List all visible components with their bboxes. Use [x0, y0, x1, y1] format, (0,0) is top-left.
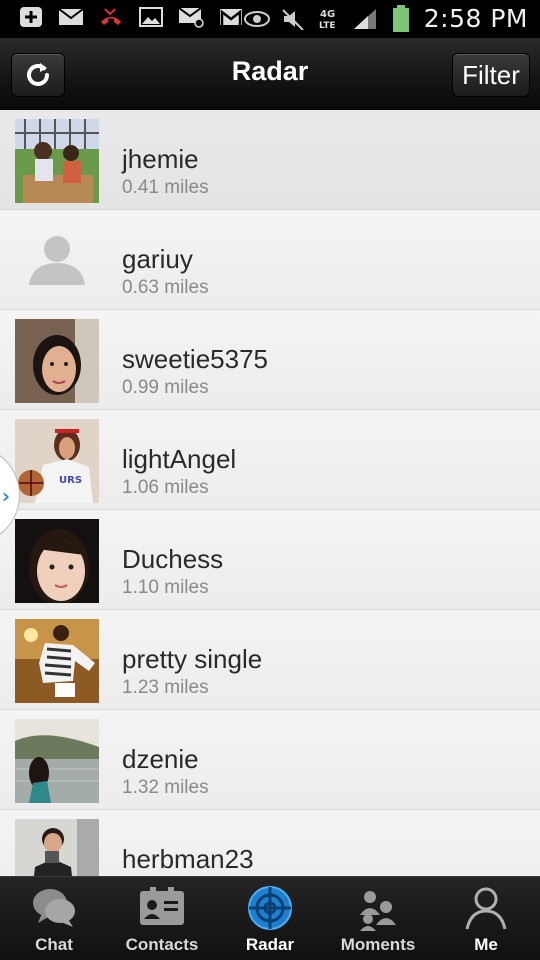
list-item[interactable]: jhemie 0.41 miles — [0, 110, 540, 210]
user-name: dzenie — [122, 744, 199, 774]
user-name: gariuy — [122, 244, 193, 274]
tab-contacts[interactable]: Contacts — [108, 877, 216, 960]
list-item[interactable]: gariuy 0.63 miles — [0, 210, 540, 310]
user-distance: 0.99 miles — [122, 377, 209, 398]
contacts-icon — [140, 887, 184, 925]
image-icon — [138, 6, 164, 28]
tab-chat-label: Chat — [35, 935, 73, 954]
user-distance: 1.23 miles — [122, 677, 209, 698]
list-item[interactable]: pretty single 1.23 miles — [0, 610, 540, 710]
status-bar: 4G LTE 2:58 PM — [0, 0, 540, 38]
avatar — [15, 819, 99, 876]
tab-me-label: Me — [474, 935, 498, 954]
user-distance: 1.06 miles — [122, 477, 209, 498]
user-distance: 0.41 miles — [122, 177, 209, 198]
tab-radar-label: Radar — [245, 935, 295, 954]
list-item[interactable]: herbman23 — [0, 810, 540, 876]
tab-me[interactable]: Me — [432, 877, 540, 960]
me-icon — [465, 887, 507, 930]
tab-contacts-label: Contacts — [125, 935, 199, 954]
signal-icon — [352, 8, 378, 30]
battery-icon — [388, 4, 414, 32]
user-name: lightAngel — [122, 444, 237, 474]
avatar — [15, 519, 99, 603]
status-time: 2:58 PM — [423, 4, 528, 33]
avatar — [15, 119, 99, 203]
mute-icon — [280, 8, 306, 30]
4g-lte-icon: 4G LTE — [316, 8, 342, 31]
user-name: Duchess — [122, 544, 224, 574]
tab-radar[interactable]: Radar — [216, 877, 324, 960]
user-distance: 0.63 miles — [122, 277, 209, 298]
default-avatar-icon — [15, 219, 99, 303]
tab-moments-label: Moments — [340, 935, 416, 954]
user-distance: 1.10 miles — [122, 577, 209, 598]
user-name: pretty single — [122, 644, 263, 674]
add-icon — [18, 6, 44, 28]
svg-text:URS: URS — [59, 475, 82, 486]
chevron-right-icon: › — [1, 484, 10, 508]
list-item[interactable]: sweetie5375 0.99 miles — [0, 310, 540, 410]
list-item[interactable]: URS lightAngel 1.06 miles — [0, 410, 540, 510]
mail-icon — [58, 6, 84, 28]
chat-icon — [33, 889, 75, 927]
gmail-icon — [218, 6, 244, 28]
radar-icon — [248, 886, 292, 930]
missed-call-icon — [98, 6, 124, 28]
tab-chat[interactable]: Chat — [0, 877, 108, 960]
avatar — [15, 719, 99, 803]
user-name: jhemie — [122, 144, 199, 174]
user-name: herbman23 — [122, 844, 254, 874]
svg-text:LTE: LTE — [319, 21, 336, 31]
list-item[interactable]: Duchess 1.10 miles — [0, 510, 540, 610]
avatar — [15, 619, 99, 703]
header-bar: Radar Filter — [0, 38, 540, 110]
eye-icon — [243, 8, 270, 30]
svg-text:4G: 4G — [320, 9, 335, 20]
user-distance: 1.32 miles — [122, 777, 209, 798]
list-item[interactable]: dzenie 1.32 miles — [0, 710, 540, 810]
bottom-tab-bar: Chat Contacts Radar Moments Me — [0, 876, 540, 960]
email-icon — [178, 6, 204, 28]
avatar: URS — [15, 419, 99, 503]
people-list: jhemie 0.41 miles gariuy 0.63 miles swee… — [0, 110, 540, 876]
moments-icon — [360, 891, 396, 931]
user-name: sweetie5375 — [122, 344, 268, 374]
tab-moments[interactable]: Moments — [324, 877, 432, 960]
avatar — [15, 319, 99, 403]
filter-button[interactable]: Filter — [452, 53, 530, 97]
